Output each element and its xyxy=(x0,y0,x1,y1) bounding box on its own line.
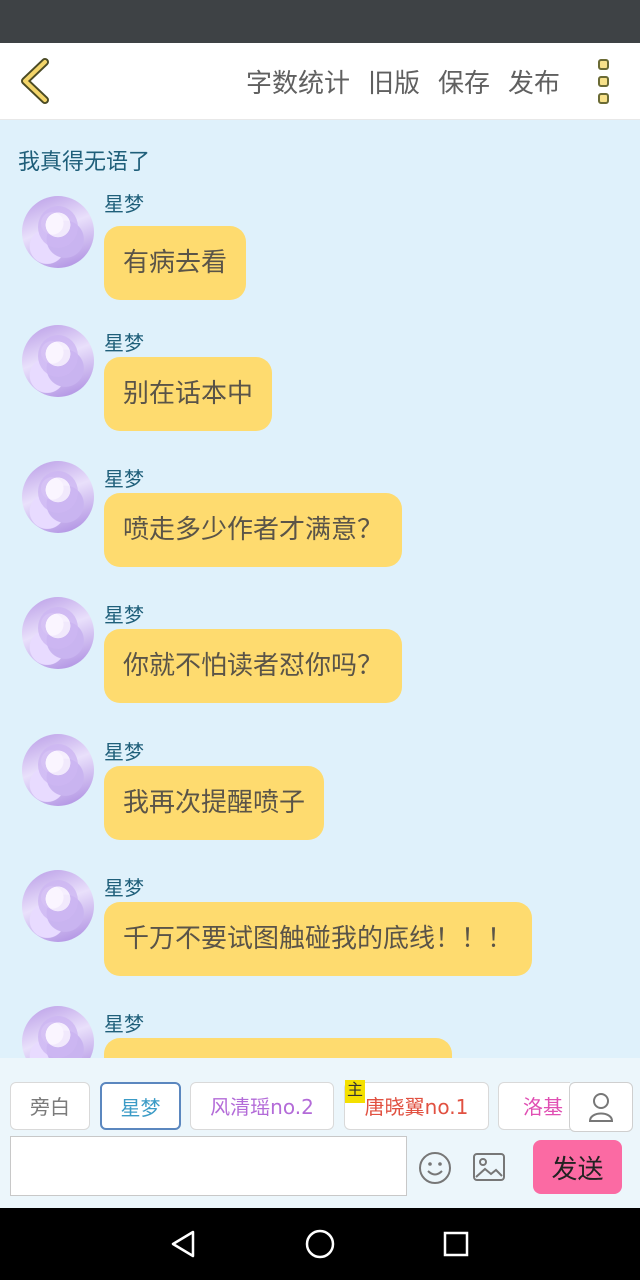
role-tab-label: 星梦 xyxy=(120,1096,161,1120)
message-bubble[interactable]: 别在话本中 xyxy=(104,357,273,431)
role-tab-fengqingyao[interactable]: 风清瑶no.2 xyxy=(190,1082,334,1130)
message-bubble[interactable]: 千万不要试图触碰我的底线！！！ xyxy=(104,902,533,976)
composer-panel: 旁白 星梦 风清瑶no.2 主 唐晓翼no.1 洛基 发送 xyxy=(0,1058,640,1208)
message-bubble[interactable]: 你就不怕读者怼你吗？ xyxy=(104,629,403,703)
avatar[interactable] xyxy=(22,196,94,268)
avatar[interactable] xyxy=(22,461,94,533)
avatar[interactable] xyxy=(22,1006,94,1058)
publish-button[interactable]: 发布 xyxy=(508,63,560,100)
nav-home-button[interactable] xyxy=(302,1226,338,1262)
role-tab-label: 洛基 xyxy=(523,1095,563,1119)
send-button[interactable]: 发送 xyxy=(533,1140,622,1194)
message-sender: 星梦 xyxy=(104,603,144,627)
back-button[interactable] xyxy=(10,55,60,107)
message-bubble[interactable]: 喷走多少作者才满意？ xyxy=(104,493,403,567)
circle-home-icon xyxy=(305,1229,335,1259)
avatar[interactable] xyxy=(22,597,94,669)
square-recents-icon xyxy=(443,1231,469,1257)
system-nav-bar xyxy=(0,1208,640,1280)
user-icon xyxy=(588,1093,614,1122)
old-version-button[interactable]: 旧版 xyxy=(368,63,420,100)
back-arrow-icon xyxy=(21,58,49,104)
message-bubble[interactable]: 我再次提醒喷子 xyxy=(104,766,325,840)
more-menu-button[interactable] xyxy=(588,55,618,107)
avatar[interactable] xyxy=(22,325,94,397)
role-tab-narrator[interactable]: 旁白 xyxy=(10,1082,90,1130)
emoji-icon xyxy=(419,1152,451,1184)
role-tab-label: 唐晓翼no.1 xyxy=(364,1095,469,1119)
menu-dot-icon xyxy=(597,58,609,70)
message-sender: 星梦 xyxy=(104,1012,144,1036)
status-bar xyxy=(0,0,640,43)
emoji-button[interactable] xyxy=(418,1151,452,1185)
nav-recents-button[interactable] xyxy=(438,1226,474,1262)
save-button[interactable]: 保存 xyxy=(438,63,490,100)
chat-area[interactable]: 我真得无语了 星梦 有病去看 星梦 别在话本中 星梦 喷走多少作者才满意？ 星梦… xyxy=(0,120,640,1058)
menu-dot-icon xyxy=(597,75,609,87)
host-badge: 主 xyxy=(345,1080,365,1103)
role-tab-label: 旁白 xyxy=(30,1095,70,1119)
menu-dot-icon xyxy=(597,92,609,104)
role-settings-button[interactable] xyxy=(569,1082,633,1132)
top-bar: 字数统计 旧版 保存 发布 xyxy=(0,43,640,120)
message-input[interactable] xyxy=(10,1136,407,1196)
image-button[interactable] xyxy=(472,1152,506,1182)
avatar[interactable] xyxy=(22,870,94,942)
message-sender: 星梦 xyxy=(104,740,144,764)
message-bubble[interactable]: 有病去看 xyxy=(104,226,247,300)
nav-back-button[interactable] xyxy=(165,1226,201,1262)
role-tab-luoji[interactable]: 洛基 xyxy=(498,1082,570,1130)
word-count-button[interactable]: 字数统计 xyxy=(246,63,350,100)
avatar[interactable] xyxy=(22,734,94,806)
triangle-back-icon xyxy=(171,1230,195,1258)
role-tab-tangxiaoyi[interactable]: 主 唐晓翼no.1 xyxy=(344,1080,489,1130)
message-bubble[interactable] xyxy=(104,1038,452,1058)
role-tab-label: 风清瑶no.2 xyxy=(210,1095,314,1119)
chat-title: 我真得无语了 xyxy=(18,150,151,175)
role-tabs[interactable]: 旁白 星梦 风清瑶no.2 主 唐晓翼no.1 洛基 xyxy=(10,1080,570,1132)
role-tab-xingmeng[interactable]: 星梦 xyxy=(100,1082,181,1130)
message-sender: 星梦 xyxy=(104,192,144,216)
top-actions: 字数统计 旧版 保存 发布 xyxy=(246,43,560,119)
message-sender: 星梦 xyxy=(104,331,144,355)
image-icon xyxy=(473,1153,505,1181)
message-sender: 星梦 xyxy=(104,467,144,491)
message-sender: 星梦 xyxy=(104,876,144,900)
